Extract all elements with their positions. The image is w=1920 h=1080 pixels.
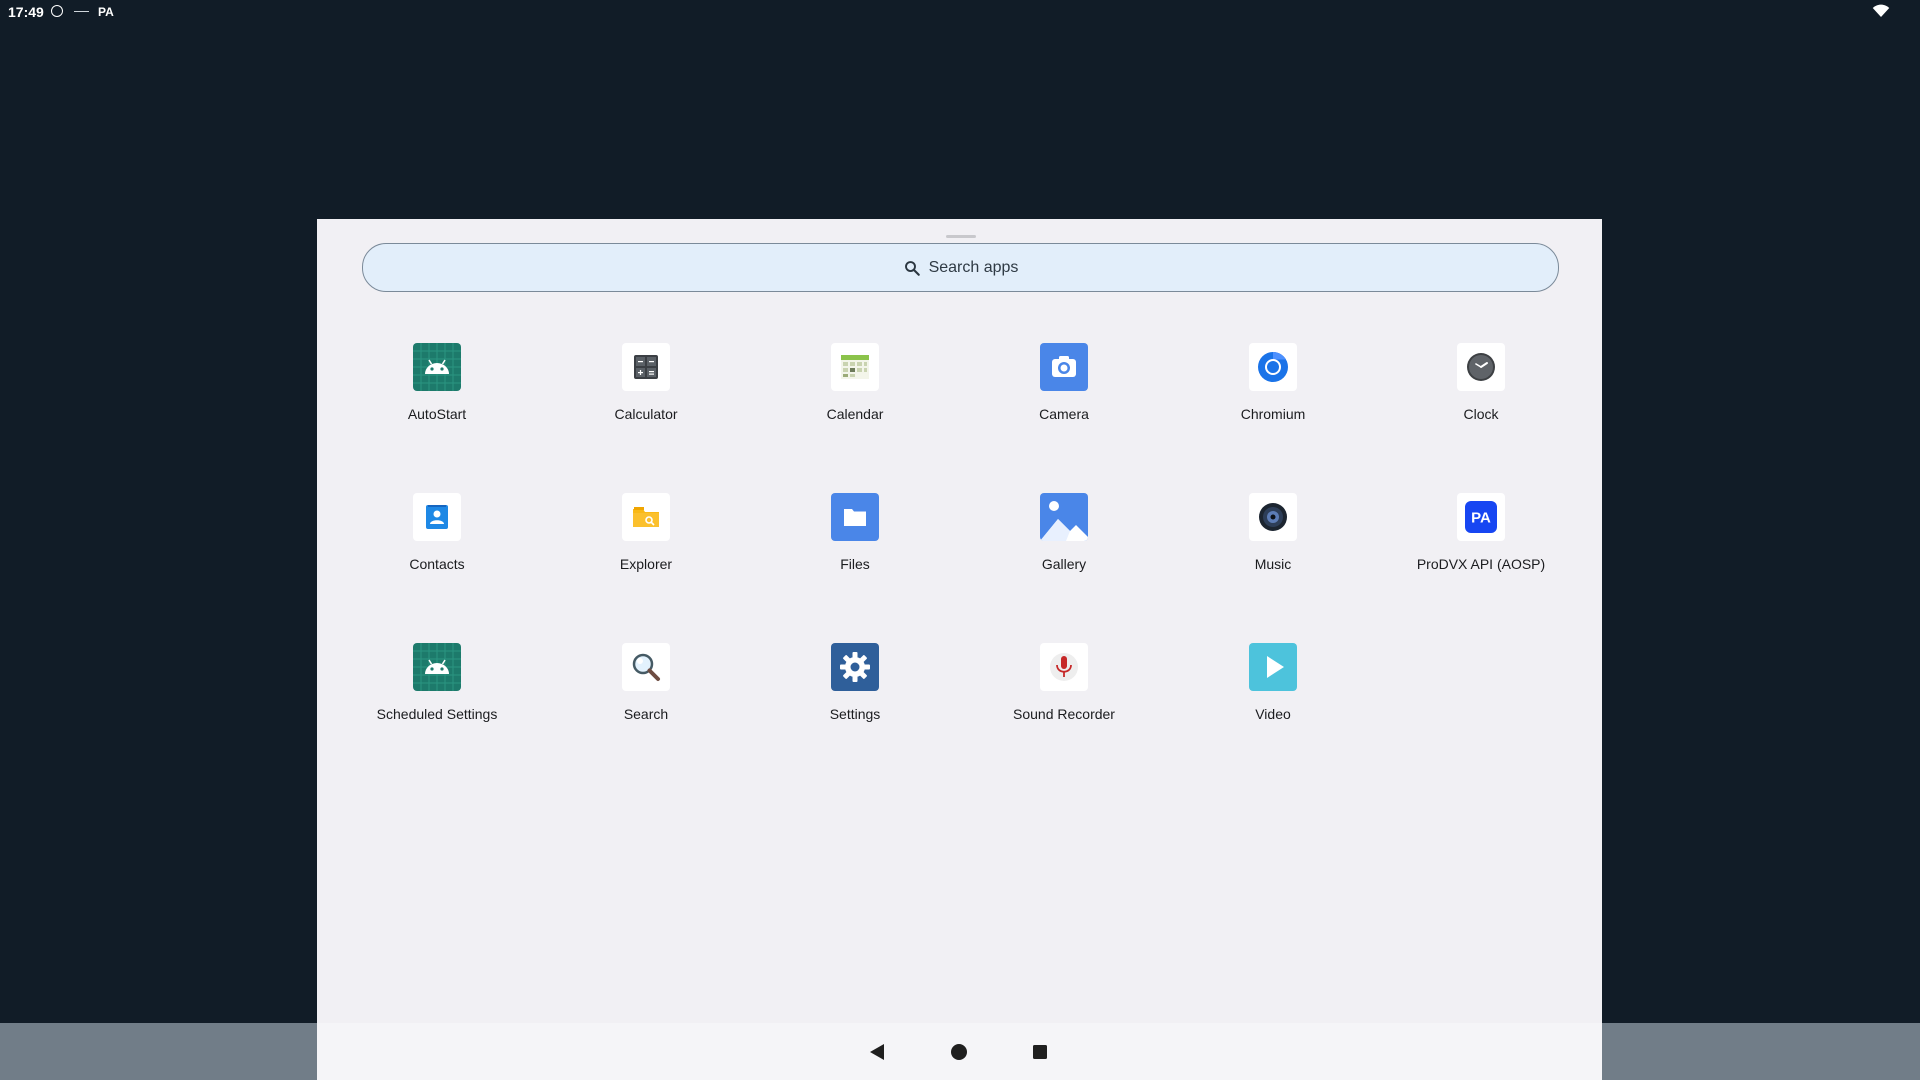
app-label: AutoStart: [407, 406, 467, 422]
navigation-bar: [317, 1023, 1602, 1080]
app-label: Search: [623, 706, 669, 722]
app-chromium[interactable]: Chromium: [1183, 343, 1363, 443]
status-time: 17:49: [8, 4, 44, 20]
gallery-icon: [1040, 493, 1088, 541]
app-label: Video: [1255, 706, 1291, 722]
magnifier-icon: [622, 643, 670, 691]
prodvx-pa-icon: PA: [1457, 493, 1505, 541]
app-label: Chromium: [1240, 406, 1306, 422]
app-label: Calculator: [614, 406, 678, 422]
app-label: Sound Recorder: [1013, 706, 1115, 722]
music-speaker-icon: [1249, 493, 1297, 541]
app-camera[interactable]: Camera: [974, 343, 1154, 443]
app-scheduled-settings[interactable]: Scheduled Settings: [347, 643, 527, 743]
app-label: Clock: [1463, 406, 1499, 422]
prodvx-icon-text: PA: [1471, 510, 1491, 527]
microphone-icon: [1040, 643, 1088, 691]
recents-icon[interactable]: [1031, 1043, 1049, 1061]
calculator-icon: [622, 343, 670, 391]
app-search[interactable]: Search: [556, 643, 736, 743]
app-contacts[interactable]: Contacts: [347, 493, 527, 593]
app-clock[interactable]: Clock: [1391, 343, 1571, 443]
app-label: Gallery: [1041, 556, 1087, 572]
contacts-icon: [413, 493, 461, 541]
app-explorer[interactable]: Explorer: [556, 493, 736, 593]
notification-dash-icon: [74, 11, 89, 12]
chromium-icon: [1249, 343, 1297, 391]
files-icon: [831, 493, 879, 541]
camera-icon: [1040, 343, 1088, 391]
app-label: Explorer: [619, 556, 673, 572]
app-video[interactable]: Video: [1183, 643, 1363, 743]
apps-grid: AutoStart Calculator Calendar Camera Chr…: [317, 219, 1602, 1019]
android-robot-icon: [413, 343, 461, 391]
app-music[interactable]: Music: [1183, 493, 1363, 593]
app-label: Music: [1254, 556, 1292, 572]
app-sound-recorder[interactable]: Sound Recorder: [974, 643, 1154, 743]
app-settings[interactable]: Settings: [765, 643, 945, 743]
app-label: Camera: [1039, 406, 1089, 422]
notification-icon: [51, 5, 63, 17]
status-carrier: PA: [98, 5, 114, 19]
app-autostart[interactable]: AutoStart: [347, 343, 527, 443]
home-screen: 17:49 PA Search apps AutoStart Calculato…: [0, 0, 1920, 1080]
home-icon[interactable]: [950, 1043, 968, 1061]
app-label: Files: [840, 556, 870, 572]
status-bar: 17:49 PA: [0, 0, 1920, 24]
clock-icon: [1457, 343, 1505, 391]
folder-explorer-icon: [622, 493, 670, 541]
back-icon[interactable]: [868, 1043, 886, 1061]
app-label: Calendar: [826, 406, 884, 422]
app-label: Contacts: [409, 556, 465, 572]
app-prodvx-api[interactable]: PA ProDVX API (AOSP): [1391, 493, 1571, 593]
calendar-icon: [831, 343, 879, 391]
app-calculator[interactable]: Calculator: [556, 343, 736, 443]
app-files[interactable]: Files: [765, 493, 945, 593]
app-calendar[interactable]: Calendar: [765, 343, 945, 443]
wifi-icon: [1872, 4, 1890, 17]
play-icon: [1249, 643, 1297, 691]
app-label: ProDVX API (AOSP): [1416, 556, 1546, 572]
gear-icon: [831, 643, 879, 691]
app-label: Scheduled Settings: [376, 706, 498, 722]
app-label: Settings: [829, 706, 881, 722]
app-drawer: Search apps AutoStart Calculator Calenda…: [317, 219, 1602, 1080]
app-gallery[interactable]: Gallery: [974, 493, 1154, 593]
android-robot-icon: [413, 643, 461, 691]
